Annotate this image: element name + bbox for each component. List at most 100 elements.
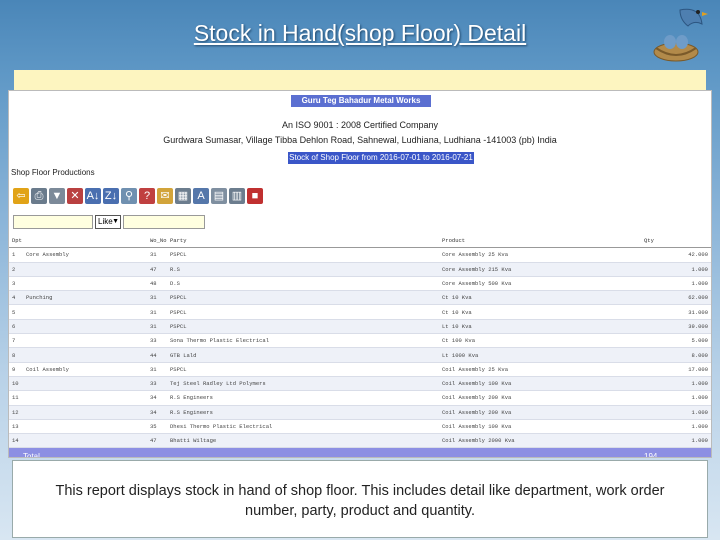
table-cell: 17.000 bbox=[641, 362, 711, 377]
company-address: Gurdwara Sumasar, Village Tibba Dehlon R… bbox=[163, 135, 557, 145]
table-row[interactable]: 4 Punching 31 PSPCL Ct 10 Kva 62.000 bbox=[9, 290, 711, 306]
table-cell: Core Assembly 25 Kva bbox=[439, 247, 641, 263]
report-screenshot: Guru Teg Bahadur Metal Works An ISO 9001… bbox=[8, 90, 712, 458]
company-name: Guru Teg Bahadur Metal Works bbox=[291, 95, 431, 107]
table-cell: 31 bbox=[147, 247, 167, 263]
table-cell bbox=[23, 319, 147, 335]
table-cell: 31 bbox=[147, 304, 167, 320]
table-cell: 1.000 bbox=[641, 433, 711, 449]
table-cell: 9 bbox=[9, 362, 23, 377]
table-cell: Lt 10 Kva bbox=[439, 319, 641, 335]
sort-descending-icon[interactable]: Z↓ bbox=[103, 188, 119, 204]
table-cell: Ct 100 Kva bbox=[439, 333, 641, 349]
table-row[interactable]: 10 33 Tej Steel Radley Ltd Polymers Coil As… bbox=[9, 376, 711, 392]
table-row[interactable]: 2 47 R.S Core Assembly 215 Kva 1.000 bbox=[9, 262, 711, 277]
table-cell: Coil Assembly 100 Kva bbox=[439, 376, 641, 392]
table-row[interactable]: 11 34 R.S Engineers Coil Assembly 200 Kva 1.… bbox=[9, 390, 711, 406]
table-cell: Dhesi Thermo Plastic Electrical bbox=[167, 419, 439, 435]
header-cell[interactable]: Party bbox=[167, 234, 439, 249]
table-cell: Coil Assembly bbox=[23, 362, 147, 377]
table-cell: 8.000 bbox=[641, 347, 711, 363]
table-cell: Ct 10 Kva bbox=[439, 304, 641, 320]
table-cell: PSPCL bbox=[167, 247, 439, 263]
table-icon[interactable]: ▥ bbox=[229, 188, 245, 204]
header-cell[interactable]: Qty bbox=[641, 234, 711, 249]
filter-value-input[interactable] bbox=[123, 215, 205, 229]
table-cell: PSPCL bbox=[167, 290, 439, 306]
table-cell: Coil Assembly 25 Kva bbox=[439, 362, 641, 377]
filter-operator-select[interactable]: Like ▼ bbox=[95, 215, 121, 229]
table-header-row: Dpt Dep Wo_No Party Product Qty bbox=[9, 234, 711, 249]
table-cell bbox=[23, 405, 147, 420]
table-cell: 11 bbox=[9, 390, 23, 406]
table-cell: 1.000 bbox=[641, 376, 711, 392]
table-cell: Ct 10 Kva bbox=[439, 290, 641, 306]
help-icon[interactable]: ? bbox=[139, 188, 155, 204]
table-cell: D.S bbox=[167, 276, 439, 292]
table-cell: PSPCL bbox=[167, 362, 439, 377]
module-title: Shop Floor Productions bbox=[11, 168, 95, 177]
table-cell: 39.000 bbox=[641, 319, 711, 335]
table-row[interactable]: 6 31 PSPCL Lt 10 Kva 39.000 bbox=[9, 319, 711, 335]
table-row[interactable]: 9 Coil Assembly 31 PSPCL Coil Assembly 25 Kv… bbox=[9, 362, 711, 377]
table-cell: 33 bbox=[147, 376, 167, 392]
table-cell: 31 bbox=[147, 362, 167, 377]
table-row[interactable]: 13 35 Dhesi Thermo Plastic Electrical Coil … bbox=[9, 419, 711, 435]
header-cell[interactable]: Wo_No bbox=[147, 234, 167, 249]
table-row[interactable]: 7 33 Sona Thermo Plastic Electrical Ct 100 … bbox=[9, 333, 711, 349]
email-icon[interactable]: ✉ bbox=[157, 188, 173, 204]
back-arrow-icon[interactable]: ⇦ bbox=[13, 188, 29, 204]
search-icon[interactable]: ⚲ bbox=[121, 188, 137, 204]
grid-icon[interactable]: ▦ bbox=[175, 188, 191, 204]
table-cell: 44 bbox=[147, 347, 167, 363]
table-cell: R.S Engineers bbox=[167, 405, 439, 420]
table-cell: 6 bbox=[9, 319, 23, 335]
table-row[interactable]: 1 Core Assembly 31 PSPCL Core Assembly 25 Kv… bbox=[9, 247, 711, 263]
slide-title: Stock in Hand(shop Floor) Detail bbox=[193, 20, 527, 46]
stock-table: Dpt Dep Wo_No Party Product Qty 1 Core As… bbox=[9, 234, 711, 457]
table-cell bbox=[23, 333, 147, 349]
report-header-band bbox=[14, 70, 706, 92]
table-row[interactable]: 12 34 R.S Engineers Coil Assembly 200 Kva 1.… bbox=[9, 405, 711, 420]
table-cell: 1.000 bbox=[641, 405, 711, 420]
table-cell: 35 bbox=[147, 419, 167, 435]
table-row[interactable]: 8 44 GTB Lald Lt 1000 Kva 8.000 bbox=[9, 347, 711, 363]
table-cell: Coil Assembly 2000 Kva bbox=[439, 433, 641, 449]
table-cell: 31 bbox=[147, 319, 167, 335]
table-cell bbox=[23, 419, 147, 435]
table-cell: 48 bbox=[147, 276, 167, 292]
table-row[interactable]: 3 48 D.S Core Assembly 500 Kva 1.000 bbox=[9, 276, 711, 292]
table-cell: 2 bbox=[9, 262, 23, 277]
table-cell: 34 bbox=[147, 405, 167, 420]
table-cell: 1.000 bbox=[641, 390, 711, 406]
print-icon[interactable]: ⎙ bbox=[31, 188, 47, 204]
clear-filter-icon[interactable]: ✕ bbox=[67, 188, 83, 204]
filter-icon[interactable]: ▼ bbox=[49, 188, 65, 204]
table-cell: 1 bbox=[9, 247, 23, 263]
table-cell: 31 bbox=[147, 290, 167, 306]
header-cell[interactable] bbox=[23, 234, 147, 249]
table-cell bbox=[23, 433, 147, 449]
font-icon[interactable]: A bbox=[193, 188, 209, 204]
filter-field-input[interactable] bbox=[13, 215, 93, 229]
table-cell: 14 bbox=[9, 433, 23, 449]
table-cell: 1.000 bbox=[641, 276, 711, 292]
sort-ascending-icon[interactable]: A↓ bbox=[85, 188, 101, 204]
table-cell bbox=[23, 347, 147, 363]
table-row[interactable]: 14 47 Bhatti Wiltage Coil Assembly 2000 Kva… bbox=[9, 433, 711, 449]
table-cell: 1.000 bbox=[641, 419, 711, 435]
document-icon[interactable]: ▤ bbox=[211, 188, 227, 204]
table-cell: 47 bbox=[147, 262, 167, 277]
table-cell: 33 bbox=[147, 333, 167, 349]
save-icon[interactable]: ■ bbox=[247, 188, 263, 204]
table-cell: 47 bbox=[147, 433, 167, 449]
table-cell: 31.000 bbox=[641, 304, 711, 320]
header-cell[interactable]: Product bbox=[439, 234, 641, 249]
table-row[interactable]: 5 31 PSPCL Ct 10 Kva 31.000 bbox=[9, 304, 711, 320]
table-cell: 42.000 bbox=[641, 247, 711, 263]
table-cell: 10 bbox=[9, 376, 23, 392]
table-cell bbox=[23, 376, 147, 392]
table-cell: 3 bbox=[9, 276, 23, 292]
table-cell: 1.000 bbox=[641, 262, 711, 277]
header-cell[interactable]: Dpt Dep bbox=[9, 234, 23, 249]
